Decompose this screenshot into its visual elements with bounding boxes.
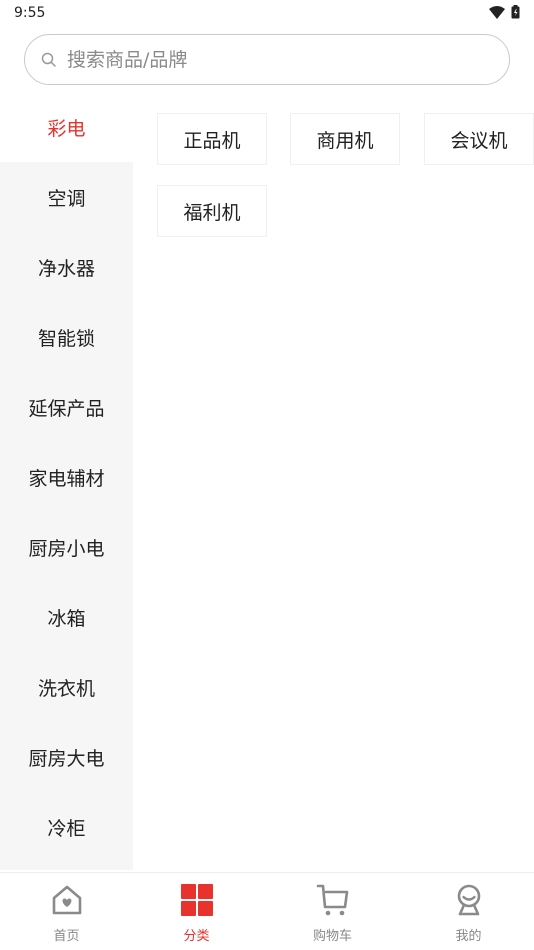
search-icon (41, 52, 56, 67)
sidebar-item-small-kitchen[interactable]: 厨房小电 (0, 512, 133, 582)
search-bar[interactable] (24, 34, 510, 85)
wifi-icon (489, 5, 505, 19)
category-grid-icon (180, 884, 213, 916)
sidebar-item-tv[interactable]: 彩电 (0, 92, 133, 162)
sidebar-item-air-conditioner[interactable]: 空调 (0, 162, 133, 232)
subcategory-chip[interactable]: 正品机 (157, 113, 267, 165)
status-time: 9:55 (14, 5, 46, 21)
nav-label: 我的 (455, 929, 482, 944)
nav-category[interactable]: 分类 (130, 873, 263, 950)
sidebar-item-washing-machine[interactable]: 洗衣机 (0, 652, 133, 722)
profile-icon (457, 884, 480, 916)
nav-cart[interactable]: 购物车 (266, 873, 399, 950)
sidebar-item-refrigerator[interactable]: 冰箱 (0, 582, 133, 652)
sidebar-item-large-kitchen[interactable]: 厨房大电 (0, 722, 133, 792)
sidebar-item-water-purifier[interactable]: 净水器 (0, 232, 133, 302)
battery-icon (511, 5, 520, 19)
cart-icon (316, 884, 348, 916)
sidebar-item-appliance-accessories[interactable]: 家电辅材 (0, 442, 133, 512)
sidebar-item-extended-warranty[interactable]: 延保产品 (0, 372, 133, 442)
sidebar-item-freezer[interactable]: 冷柜 (0, 792, 133, 862)
subcategory-panel: 正品机 商用机 会议机 福利机 (133, 92, 534, 870)
nav-profile[interactable]: 我的 (402, 873, 534, 950)
sidebar-item-smart-lock[interactable]: 智能锁 (0, 302, 133, 372)
search-input[interactable] (67, 45, 487, 75)
status-bar: 9:55 (0, 0, 534, 28)
nav-label: 分类 (183, 929, 210, 944)
home-icon (52, 885, 81, 915)
nav-label: 首页 (53, 929, 80, 944)
nav-label: 购物车 (312, 929, 352, 944)
bottom-nav: 首页 分类 购物车 我的 (0, 872, 534, 950)
category-sidebar: 彩电 空调 净水器 智能锁 延保产品 家电辅材 厨房小电 冰箱 洗衣机 厨房大电… (0, 92, 133, 870)
subcategory-chip[interactable]: 会议机 (424, 113, 534, 165)
status-icons (489, 5, 520, 19)
nav-home[interactable]: 首页 (0, 873, 133, 950)
subcategory-chip[interactable]: 商用机 (290, 113, 400, 165)
subcategory-chip[interactable]: 福利机 (157, 185, 267, 237)
